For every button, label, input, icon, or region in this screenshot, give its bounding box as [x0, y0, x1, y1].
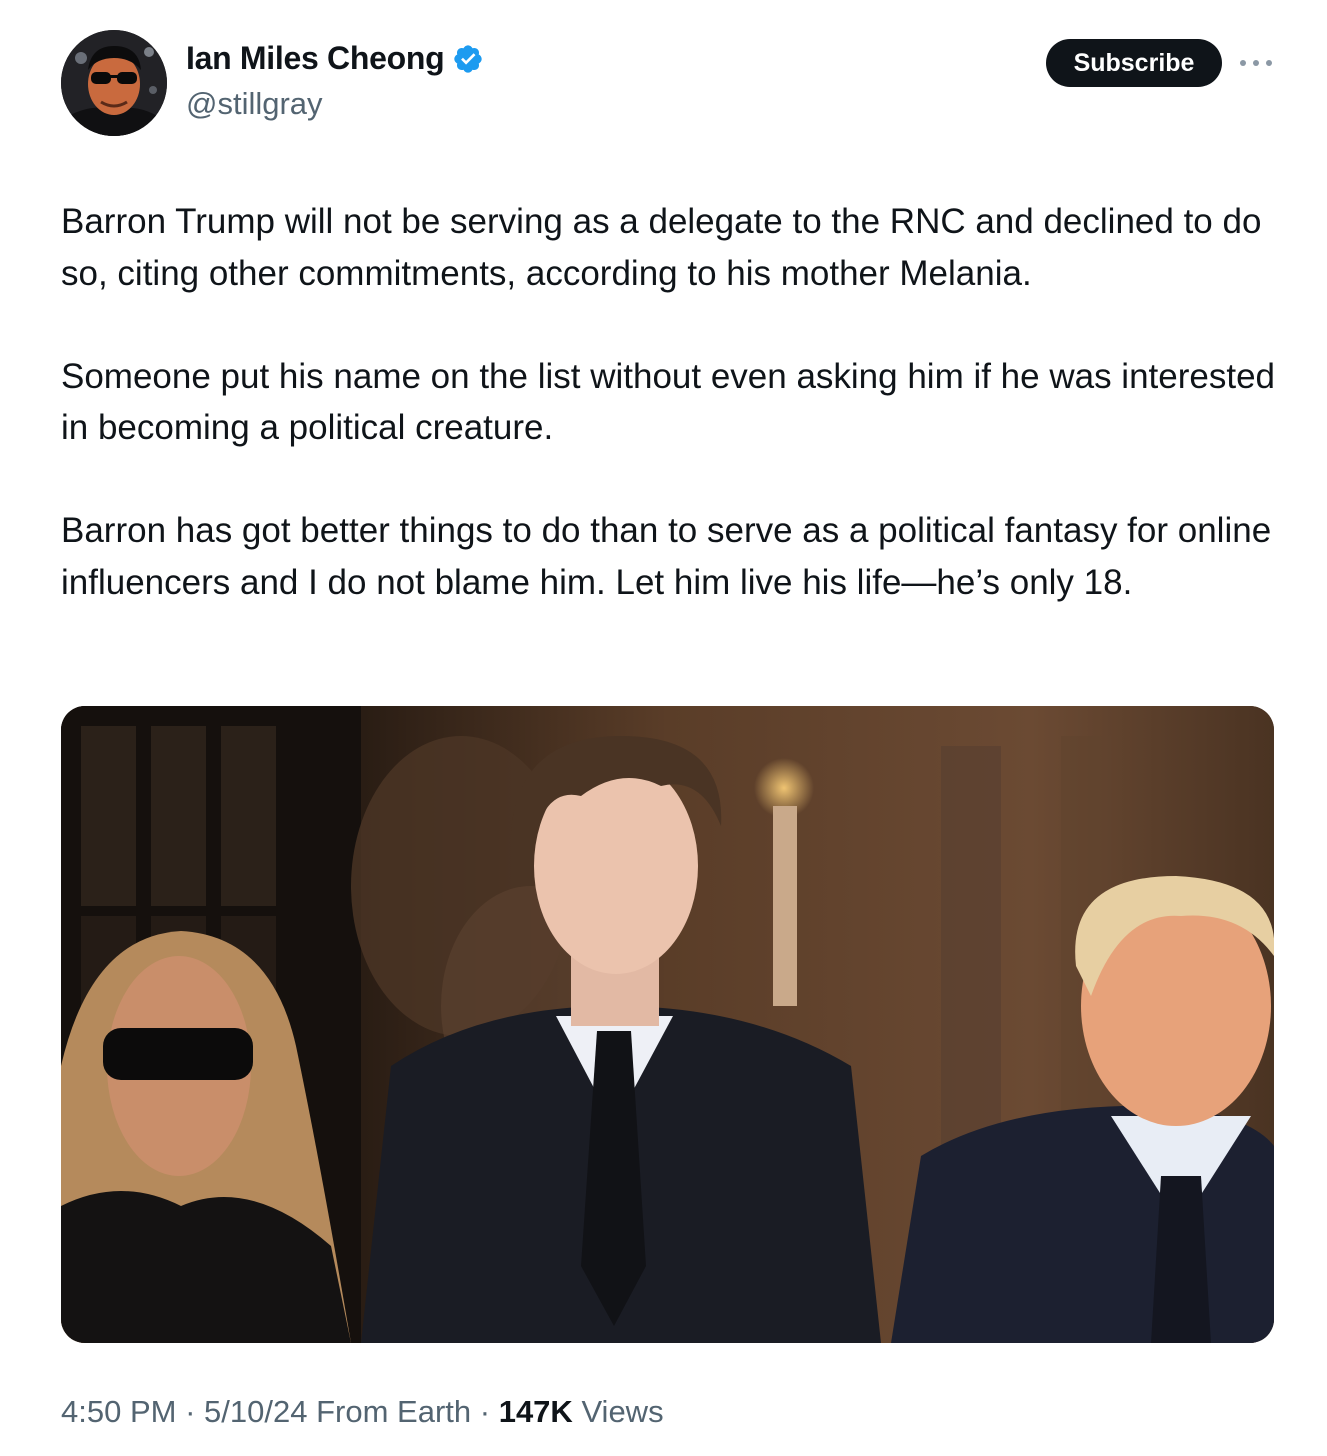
tweet-date[interactable]: 5/10/24 [204, 1394, 307, 1429]
tweet-paragraph: Barron Trump will not be serving as a de… [61, 202, 1262, 293]
meta-separator: · [479, 1394, 491, 1429]
author-display-name[interactable]: Ian Miles Cheong [186, 40, 445, 77]
more-dot [1253, 60, 1259, 66]
meta-separator: · [185, 1394, 196, 1429]
author-name-row: Ian Miles Cheong [186, 40, 484, 77]
author-avatar[interactable] [61, 30, 167, 136]
views-label: Views [581, 1394, 664, 1429]
author-handle[interactable]: @stillgray [186, 86, 323, 122]
tweet-card: Ian Miles Cheong @stillgray Subscribe Ba… [0, 0, 1327, 1456]
views-count: 147K [498, 1394, 573, 1429]
tweet-source: From Earth [316, 1394, 472, 1429]
more-dot [1266, 60, 1272, 66]
avatar-image [61, 30, 167, 136]
verified-badge-icon [454, 44, 483, 73]
tweet-photo[interactable] [61, 706, 1274, 1343]
tweet-paragraph: Someone put his name on the list without… [61, 356, 1276, 448]
photo-image [61, 706, 1274, 1343]
more-dot [1240, 60, 1246, 66]
more-options-icon[interactable] [1240, 54, 1272, 72]
tweet-paragraph: Barron has got better things to do than … [61, 511, 1272, 602]
tweet-meta: 4:50 PM · 5/10/24 From Earth · 147K View… [61, 1394, 664, 1430]
subscribe-button[interactable]: Subscribe [1046, 39, 1222, 87]
tweet-time[interactable]: 4:50 PM [61, 1394, 176, 1429]
tweet-text: Barron Trump will not be serving as a de… [61, 196, 1286, 608]
